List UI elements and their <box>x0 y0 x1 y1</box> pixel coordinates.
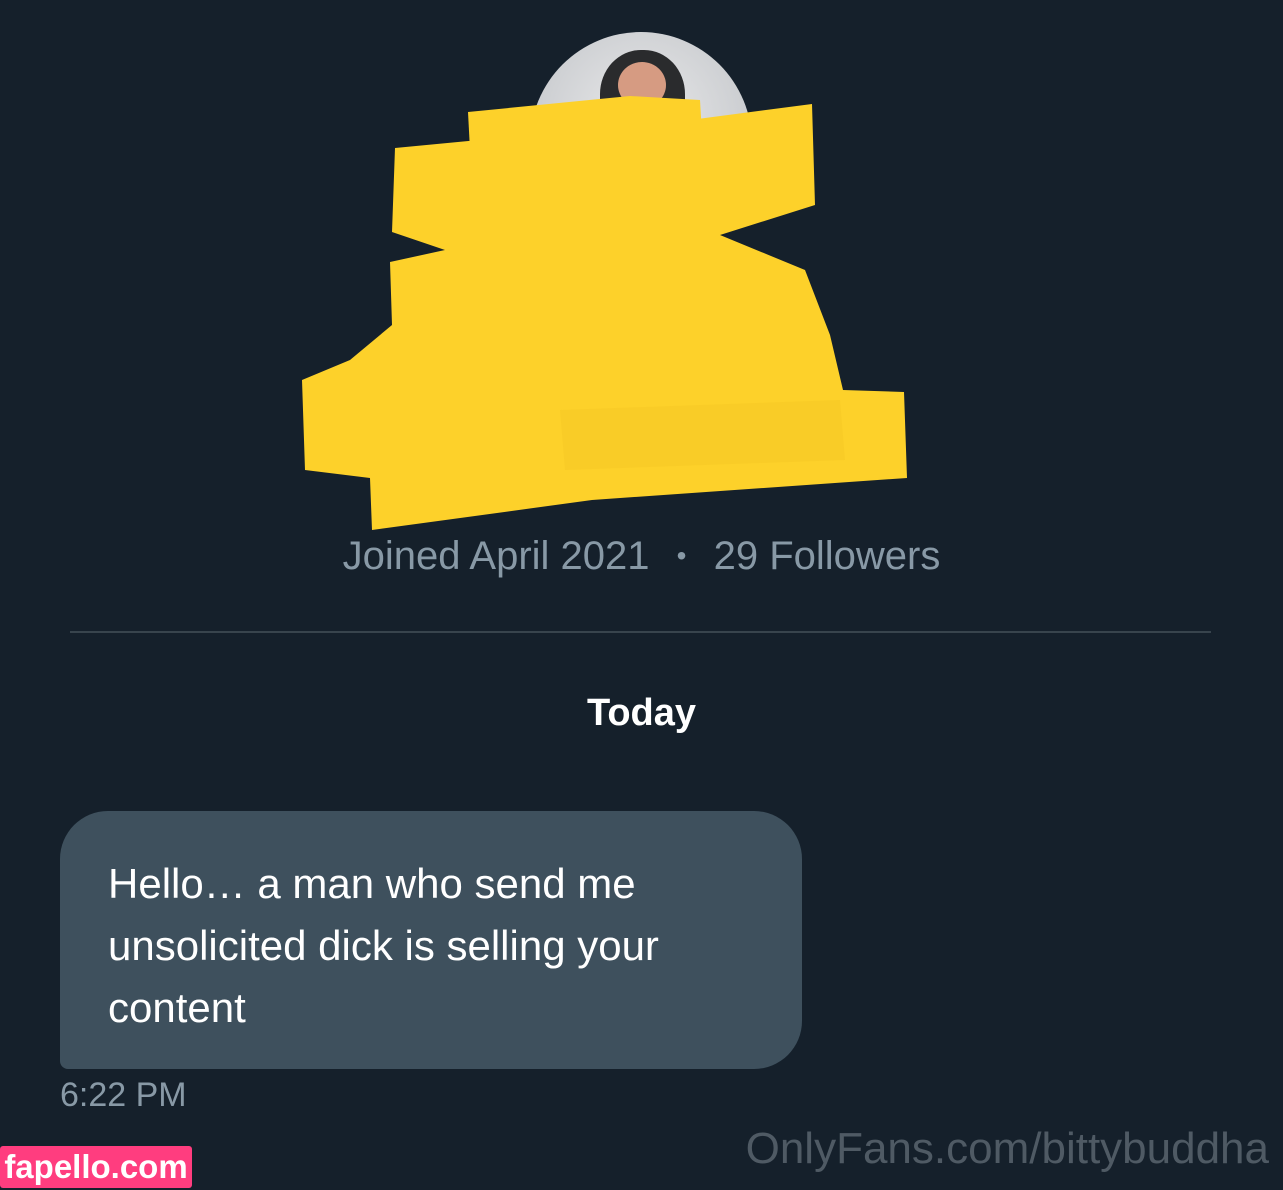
date-separator: Today <box>586 692 697 734</box>
watermark-badge: fapello.com <box>0 1146 192 1188</box>
followers-count[interactable]: 29 Followers <box>714 534 941 579</box>
redaction-shade <box>560 400 845 470</box>
watermark-text: OnlyFans.com/bittybuddha <box>745 1124 1269 1173</box>
section-divider <box>70 631 1211 633</box>
joined-date: Joined April 2021 <box>342 533 650 578</box>
message-text: Hello… a man who send me unsolicited dic… <box>108 860 659 1031</box>
message-timestamp: 6:22 PM <box>60 1076 187 1114</box>
profile-meta: Joined April 2021 • 29 Followers <box>0 532 1283 579</box>
message-bubble[interactable]: Hello… a man who send me unsolicited dic… <box>60 811 802 1069</box>
meta-separator: • <box>676 540 687 572</box>
